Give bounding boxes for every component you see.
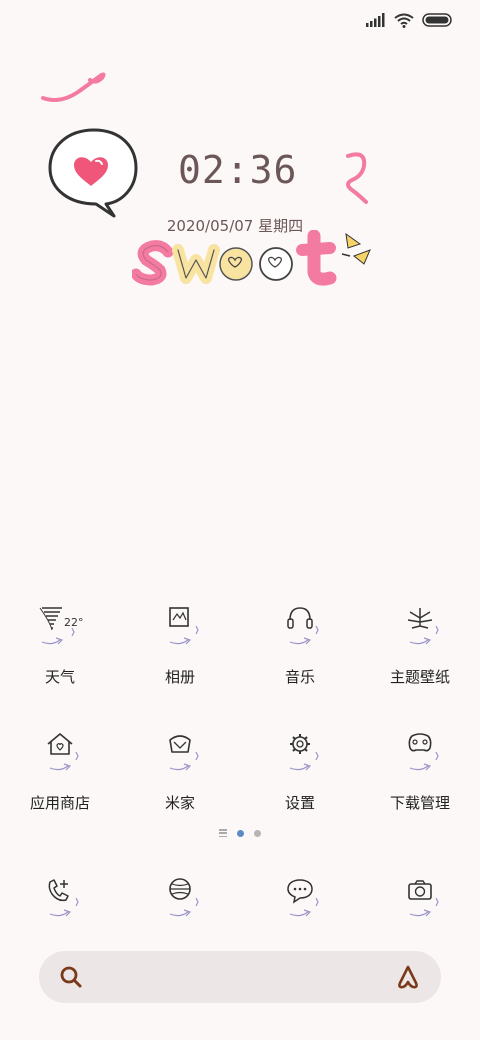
wifi-icon (394, 13, 414, 28)
app-label: 应用商店 (29, 794, 90, 812)
speech-bubble-heart (48, 128, 138, 218)
leaf-icon (388, 604, 452, 654)
store-house-icon (28, 730, 92, 780)
dock-camera[interactable] (360, 876, 480, 926)
assistant-a-icon[interactable] (395, 964, 421, 990)
mijia-icon (148, 730, 212, 780)
app-label: 下载管理 (389, 794, 450, 812)
app-settings[interactable]: 设置 (240, 730, 360, 813)
app-gallery[interactable]: 相册 (120, 604, 240, 687)
gallery-icon (148, 604, 212, 654)
app-store[interactable]: 应用商店 (0, 730, 120, 813)
phone-icon (28, 876, 92, 926)
headphones-icon (268, 604, 332, 654)
page-indicator (0, 829, 480, 837)
app-label: 设置 (284, 794, 315, 812)
gear-icon (268, 730, 332, 780)
page-dot-2[interactable] (254, 829, 261, 837)
app-label: 相册 (164, 668, 195, 686)
status-bar (366, 10, 452, 30)
app-grid-row-1: 22° 天气 相册 音乐 主题壁纸 (0, 604, 480, 687)
app-grid-row-2: 应用商店 米家 设置 下载管理 (0, 730, 480, 813)
browser-icon (148, 876, 212, 926)
battery-icon (422, 13, 452, 27)
search-input[interactable] (99, 961, 381, 995)
signal-icon (366, 13, 385, 27)
app-themes[interactable]: 主题壁纸 (360, 604, 480, 687)
weather-icon: 22° (28, 604, 92, 654)
app-label: 米家 (164, 794, 195, 812)
app-mijia[interactable]: 米家 (120, 730, 240, 813)
pink-curl-right (346, 152, 368, 204)
page-dot-1[interactable] (237, 829, 244, 837)
dock-phone[interactable] (0, 876, 120, 926)
search-icon[interactable] (59, 965, 83, 989)
gamepad-icon (388, 730, 452, 780)
page-list-icon[interactable] (219, 829, 227, 837)
app-label: 主题壁纸 (389, 668, 450, 686)
dock (0, 876, 480, 926)
dock-browser[interactable] (120, 876, 240, 926)
weather-temperature: 22° (64, 616, 84, 629)
clock-time: 02:36 (178, 148, 298, 192)
messages-icon (268, 876, 332, 926)
sweet-wordmark (132, 230, 371, 286)
app-music[interactable]: 音乐 (240, 604, 360, 687)
search-bar[interactable] (39, 951, 441, 1003)
pink-ribbon-top-left (41, 72, 106, 102)
camera-icon (388, 876, 452, 926)
app-label: 天气 (44, 668, 75, 686)
app-downloads[interactable]: 下载管理 (360, 730, 480, 813)
app-label: 音乐 (284, 668, 315, 686)
dock-messages[interactable] (240, 876, 360, 926)
app-weather[interactable]: 22° 天气 (0, 604, 120, 687)
